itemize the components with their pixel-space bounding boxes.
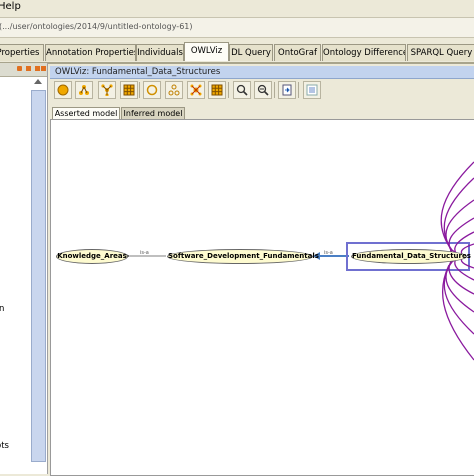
graph-edges — [0, 161, 474, 361]
edge-label: is-a — [324, 250, 333, 256]
class-node-fundamental-data-structures[interactable]: Fundamental_Data_Structures — [351, 249, 471, 264]
edge-label: is-a — [140, 250, 149, 256]
class-node-software-development-fundamentals[interactable]: Software_Development_Fundamentals — [167, 249, 319, 264]
class-node-knowledge-areas[interactable]: Knowledge_Areas — [56, 249, 128, 264]
